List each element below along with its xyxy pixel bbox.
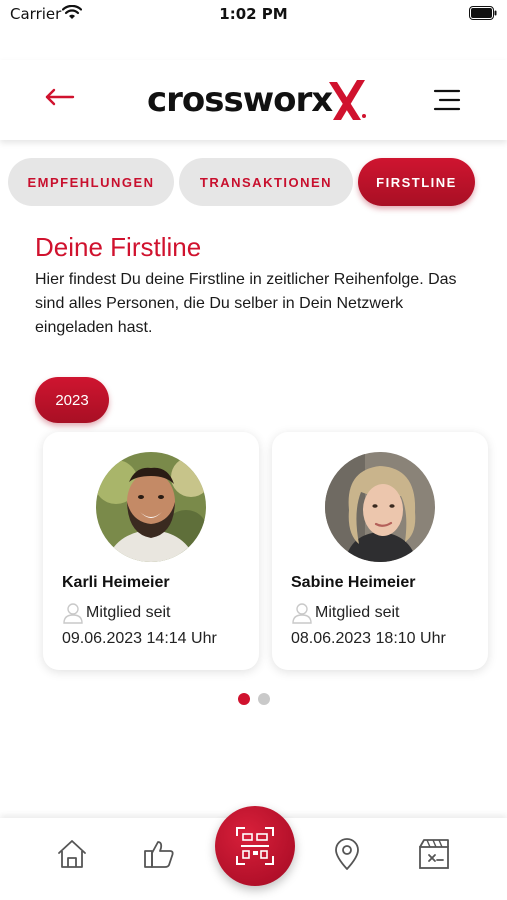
status-bar: Carrier 1:02 PM bbox=[0, 0, 507, 30]
logo-x-mark bbox=[329, 80, 366, 120]
tab-transaktionen[interactable]: TRANSAKTIONEN bbox=[179, 158, 353, 206]
ticket-icon[interactable] bbox=[416, 836, 452, 872]
page-title: Deine Firstline bbox=[35, 232, 202, 262]
thumbs-up-icon[interactable] bbox=[141, 836, 177, 872]
logo-text: crossworx bbox=[147, 80, 333, 120]
avatar bbox=[325, 452, 435, 562]
scan-button[interactable] bbox=[215, 806, 295, 886]
avatar bbox=[96, 452, 206, 562]
member-since-row: Mitglied seit bbox=[62, 602, 170, 624]
member-since-row: Mitglied seit bbox=[291, 602, 399, 624]
member-since-label: Mitglied seit bbox=[315, 604, 400, 621]
member-since-date: 09.06.2023 14:14 Uhr bbox=[62, 630, 217, 647]
home-icon[interactable] bbox=[54, 836, 90, 872]
status-time: 1:02 PM bbox=[219, 5, 288, 23]
member-since-label: Mitglied seit bbox=[86, 604, 171, 621]
member-name: Sabine Heimeier bbox=[291, 574, 416, 591]
tab-firstline[interactable]: FIRSTLINE bbox=[358, 158, 475, 206]
user-icon bbox=[292, 603, 312, 624]
tab-empfehlungen[interactable]: EMPFEHLUNGEN bbox=[8, 158, 174, 206]
member-card[interactable]: Sabine Heimeier Mitglied seit 08.06.2023… bbox=[272, 432, 488, 670]
member-card[interactable]: Karli Heimeier Mitglied seit 09.06.2023 … bbox=[43, 432, 259, 670]
user-icon bbox=[63, 603, 83, 624]
carousel-pagination bbox=[0, 693, 507, 705]
year-badge[interactable]: 2023 bbox=[35, 377, 109, 423]
pagination-dot[interactable] bbox=[257, 693, 270, 705]
crossworx-logo: crossworx bbox=[147, 76, 367, 126]
hamburger-menu-icon[interactable] bbox=[432, 88, 462, 112]
member-since-date: 08.06.2023 18:10 Uhr bbox=[291, 630, 446, 647]
location-pin-icon[interactable] bbox=[329, 836, 365, 872]
member-name: Karli Heimeier bbox=[62, 574, 170, 591]
qr-scan-icon bbox=[236, 827, 274, 865]
tab-bar: EMPFEHLUNGEN TRANSAKTIONEN FIRSTLINE bbox=[0, 158, 507, 208]
battery-icon bbox=[469, 6, 497, 20]
page-description: Hier findest Du deine Firstline in zeitl… bbox=[35, 271, 457, 336]
app-header: crossworx bbox=[0, 60, 507, 140]
back-arrow-icon[interactable] bbox=[40, 82, 80, 112]
pagination-dot-active[interactable] bbox=[237, 693, 250, 705]
